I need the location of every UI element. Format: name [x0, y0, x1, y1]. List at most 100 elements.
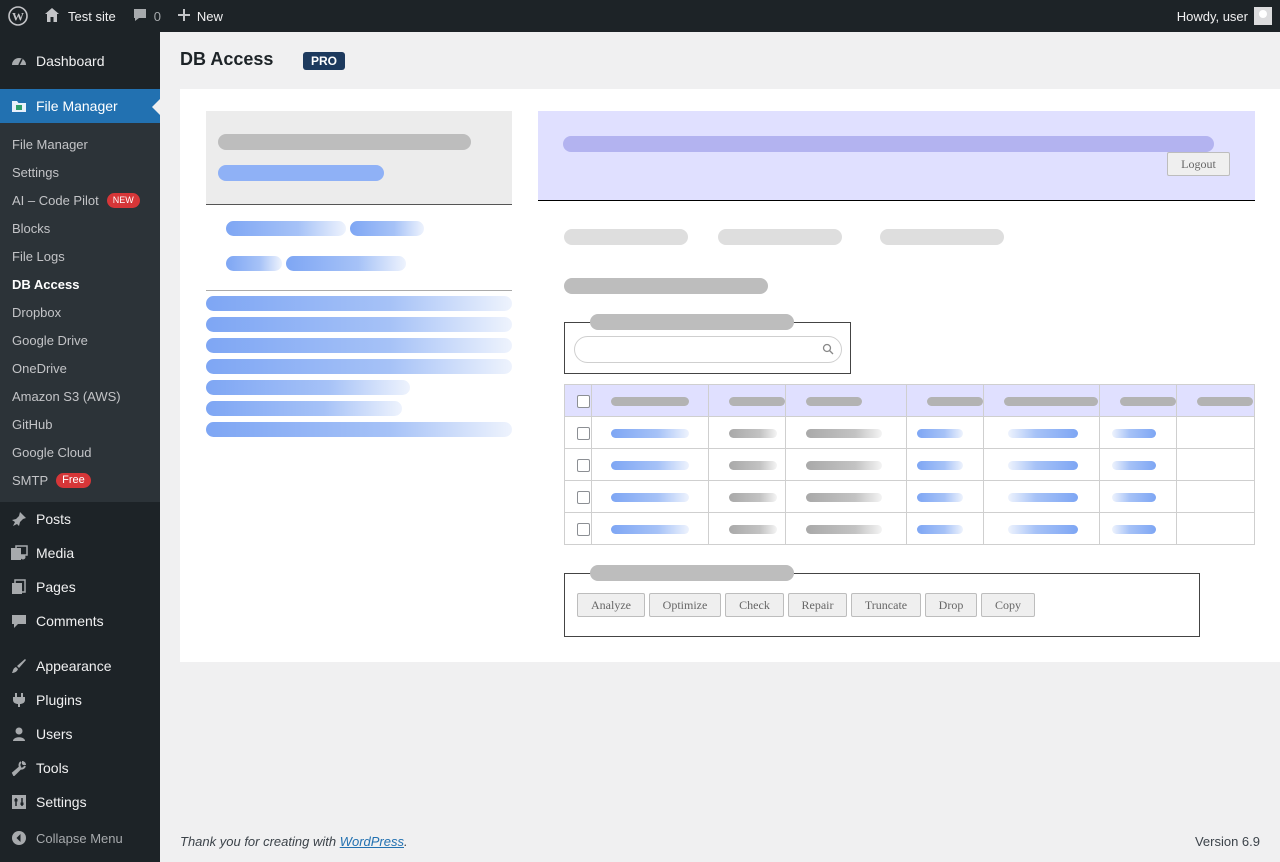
pro-badge: PRO: [303, 52, 346, 70]
submenu-label: AI – Code Pilot: [12, 192, 99, 208]
cell-skeleton: [1008, 461, 1079, 470]
table-row[interactable]: [564, 512, 1255, 545]
new-content-link[interactable]: New: [169, 0, 231, 32]
cell-skeleton: [917, 461, 964, 470]
menu-comments-label: Comments: [36, 613, 104, 629]
table-cell: [906, 480, 985, 513]
row-checkbox[interactable]: [577, 427, 590, 440]
submenu-label: File Manager: [12, 136, 88, 152]
menu-tools[interactable]: Tools: [0, 751, 160, 785]
site-name-link[interactable]: Test site: [36, 0, 124, 32]
select-all-checkbox[interactable]: [577, 395, 590, 408]
submenu-amazon-s3[interactable]: Amazon S3 (AWS): [0, 382, 160, 410]
submenu-smtp[interactable]: SMTP Free: [0, 466, 160, 494]
wordpress-logo-icon[interactable]: W: [0, 0, 36, 32]
menu-file-manager[interactable]: File Manager: [0, 89, 160, 123]
menu-appearance[interactable]: Appearance: [0, 649, 160, 683]
cell-skeleton: [1112, 429, 1157, 438]
comments-count: 0: [153, 8, 161, 24]
submenu-file-manager[interactable]: File Manager: [0, 130, 160, 158]
truncate-button[interactable]: Truncate: [851, 593, 921, 617]
row-checkbox[interactable]: [577, 523, 590, 536]
table-cell: [1099, 512, 1178, 545]
header-skeleton: [610, 397, 689, 406]
cell-skeleton: [1112, 493, 1157, 502]
collapse-menu-button[interactable]: Collapse Menu: [0, 821, 160, 855]
tab-skeleton[interactable]: [880, 229, 1004, 245]
cell-skeleton: [805, 493, 882, 502]
submenu-db-access[interactable]: DB Access: [0, 270, 160, 298]
header-cell[interactable]: [1099, 384, 1178, 417]
optimize-button[interactable]: Optimize: [649, 593, 721, 617]
cell-skeleton: [610, 525, 689, 534]
submenu-onedrive[interactable]: OneDrive: [0, 354, 160, 382]
menu-media[interactable]: Media: [0, 536, 160, 570]
header-cell[interactable]: [1176, 384, 1255, 417]
table-header-row: [564, 384, 1255, 417]
table-row[interactable]: [564, 480, 1255, 513]
menu-settings[interactable]: Settings: [0, 785, 160, 819]
menu-dashboard[interactable]: Dashboard: [0, 44, 160, 78]
table-cell: [707, 448, 786, 481]
submenu-label: OneDrive: [12, 360, 67, 376]
table-row[interactable]: [564, 448, 1255, 481]
copy-button[interactable]: Copy: [981, 593, 1035, 617]
skeleton-bar: [206, 422, 512, 437]
analyze-button[interactable]: Analyze: [577, 593, 645, 617]
table-cell: [1099, 448, 1178, 481]
submenu-label: Google Cloud: [12, 444, 92, 460]
menu-posts[interactable]: Posts: [0, 502, 160, 536]
svg-text:W: W: [12, 10, 24, 24]
row-checkbox[interactable]: [577, 491, 590, 504]
right-panel-header: [538, 111, 1255, 201]
wordpress-link[interactable]: WordPress: [340, 834, 404, 849]
header-cell[interactable]: [590, 384, 709, 417]
comments-link[interactable]: 0: [124, 0, 169, 32]
cell-skeleton: [1008, 493, 1079, 502]
page-title: DB Access: [180, 49, 274, 69]
menu-plugins[interactable]: Plugins: [0, 683, 160, 717]
submenu-google-drive[interactable]: Google Drive: [0, 326, 160, 354]
my-account-link[interactable]: Howdy, user: [1169, 0, 1280, 32]
repair-button[interactable]: Repair: [788, 593, 847, 617]
submenu-label: Settings: [12, 164, 59, 180]
submenu-blocks[interactable]: Blocks: [0, 214, 160, 242]
submenu-label: Amazon S3 (AWS): [12, 388, 121, 404]
table-cell: [906, 448, 985, 481]
submenu-github[interactable]: GitHub: [0, 410, 160, 438]
cell-skeleton: [1008, 525, 1079, 534]
menu-pages[interactable]: Pages: [0, 570, 160, 604]
skeleton-bar: [350, 221, 424, 236]
header-cell[interactable]: [784, 384, 908, 417]
fieldset-legend-skeleton: [590, 314, 794, 330]
header-cell[interactable]: [983, 384, 1101, 417]
submenu-ai-code-pilot[interactable]: AI – Code Pilot NEW: [0, 186, 160, 214]
table-cell: [590, 416, 709, 449]
logout-button[interactable]: Logout: [1167, 152, 1230, 176]
submenu-dropbox[interactable]: Dropbox: [0, 298, 160, 326]
submenu-file-logs[interactable]: File Logs: [0, 242, 160, 270]
table-cell: [564, 480, 592, 513]
search-input[interactable]: [574, 336, 842, 363]
drop-button[interactable]: Drop: [925, 593, 977, 617]
submenu-google-cloud[interactable]: Google Cloud: [0, 438, 160, 466]
cell-skeleton: [1008, 429, 1079, 438]
menu-comments[interactable]: Comments: [0, 604, 160, 638]
cell-skeleton: [610, 493, 689, 502]
table-row[interactable]: [564, 416, 1255, 449]
table-cell: [1176, 416, 1255, 449]
tab-skeleton[interactable]: [718, 229, 842, 245]
header-cell[interactable]: [906, 384, 985, 417]
row-checkbox[interactable]: [577, 459, 590, 472]
fieldset-legend-skeleton: [590, 565, 794, 581]
cell-skeleton: [728, 525, 777, 534]
check-button[interactable]: Check: [725, 593, 784, 617]
cell-skeleton: [1112, 525, 1157, 534]
footer-thanks-prefix: Thank you for creating with: [180, 834, 340, 849]
tab-skeleton[interactable]: [564, 229, 688, 245]
menu-users[interactable]: Users: [0, 717, 160, 751]
submenu-settings[interactable]: Settings: [0, 158, 160, 186]
plus-icon: [177, 8, 191, 25]
new-label: New: [196, 8, 223, 24]
header-cell[interactable]: [707, 384, 786, 417]
